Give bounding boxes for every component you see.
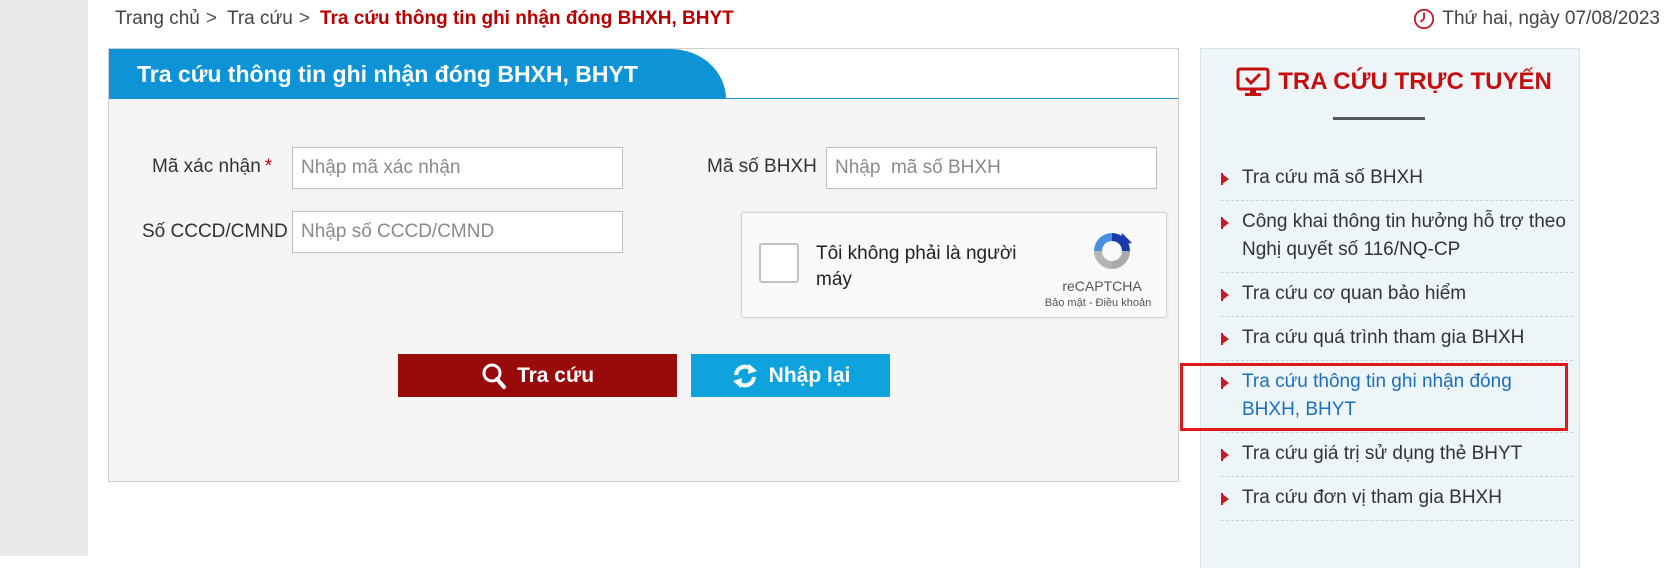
search-icon: [482, 363, 506, 389]
recaptcha-checkbox[interactable]: [759, 243, 799, 283]
captcha-code-label-text: Mã xác nhận: [152, 156, 261, 177]
breadcrumb-separator: >: [205, 8, 217, 29]
sidebar-item-qua-trinh-tham-gia[interactable]: Tra cứu quá trình tham gia BHXH: [1221, 317, 1573, 361]
recaptcha-logo-icon: [1094, 233, 1132, 269]
sidebar-item-label: Công khai thông tin hưởng hỗ trợ theo Ng…: [1242, 211, 1566, 260]
refresh-icon: [732, 363, 757, 388]
sidebar-item-label: Tra cứu giá trị sử dụng thẻ BHYT: [1242, 443, 1523, 464]
breadcrumb: Trang chủ > Tra cứu > Tra cứu thông tin ghi …: [115, 8, 734, 30]
arrow-bullet-icon: [1221, 173, 1229, 185]
recaptcha-links[interactable]: Bảo mật - Điều khoản: [1032, 297, 1164, 309]
search-panel: Tra cứu thông tin ghi nhận đóng BHXH, BH…: [108, 48, 1179, 482]
sidebar-item-ma-so-bhxh[interactable]: Tra cứu mã số BHXH: [1221, 157, 1573, 201]
recaptcha-brand: reCAPTCHA: [1062, 278, 1142, 294]
date-display: Thứ hai, ngày 07/08/2023: [1413, 8, 1660, 30]
recaptcha-text: Tôi không phải là người máy: [816, 243, 1017, 290]
sidebar-item-label: Tra cứu đơn vị tham gia BHXH: [1242, 487, 1502, 508]
sidebar-item-label: Tra cứu quá trình tham gia BHXH: [1242, 327, 1525, 348]
sidebar-list: Tra cứu mã số BHXH Công khai thông tin h…: [1221, 157, 1573, 521]
arrow-bullet-icon: [1221, 333, 1229, 345]
active-item-highlight-box: [1180, 363, 1568, 431]
bhxh-number-label: Mã số BHXH: [707, 156, 817, 177]
breadcrumb-tra-cuu[interactable]: Tra cứu: [227, 8, 293, 30]
bhxh-number-input[interactable]: [826, 147, 1157, 189]
required-mark: *: [264, 156, 273, 177]
arrow-bullet-icon: [1221, 493, 1229, 505]
monitor-check-icon: [1236, 67, 1270, 96]
recaptcha-widget: Tôi không phải là người máy reCAPTCHA Bả…: [741, 212, 1167, 318]
breadcrumb-home[interactable]: Trang chủ: [115, 8, 200, 30]
reset-button[interactable]: Nhập lại: [691, 354, 890, 397]
arrow-bullet-icon: [1221, 217, 1229, 229]
breadcrumb-current: Tra cứu thông tin ghi nhận đóng BHXH, BH…: [319, 8, 734, 29]
panel-title: Tra cứu thông tin ghi nhận đóng BHXH, BH…: [137, 61, 638, 87]
search-button[interactable]: Tra cứu: [398, 354, 677, 397]
sidebar-title-divider: [1333, 117, 1425, 120]
sidebar-item-label: Tra cứu cơ quan bảo hiểm: [1242, 283, 1467, 304]
sidebar-title: TRA CỨU TRỰC TUYẾN: [1201, 67, 1579, 97]
date-text: Thứ hai, ngày 07/08/2023: [1442, 8, 1660, 29]
clock-icon: [1414, 8, 1435, 30]
arrow-bullet-icon: [1221, 449, 1229, 461]
sidebar-item-co-quan-bao-hiem[interactable]: Tra cứu cơ quan bảo hiểm: [1221, 273, 1573, 317]
search-button-label: Tra cứu: [516, 363, 595, 387]
reset-button-label: Nhập lại: [768, 363, 851, 387]
arrow-bullet-icon: [1221, 289, 1229, 301]
sidebar-item-label: Tra cứu mã số BHXH: [1242, 167, 1423, 188]
captcha-code-input[interactable]: [292, 147, 623, 189]
left-gutter: [0, 0, 88, 556]
page: Trang chủ > Tra cứu > Tra cứu thông tin ghi …: [88, 0, 1664, 568]
sidebar-title-text: TRA CỨU TRỰC TUYẾN: [1278, 68, 1552, 95]
panel-header: Tra cứu thông tin ghi nhận đóng BHXH, BH…: [109, 49, 1178, 99]
sidebar-item-don-vi-tham-gia[interactable]: Tra cứu đơn vị tham gia BHXH: [1221, 477, 1573, 521]
sidebar: TRA CỨU TRỰC TUYẾN Tra cứu mã số BHXH Cô…: [1200, 48, 1580, 568]
id-number-label: Số CCCD/CMND: [142, 221, 288, 242]
breadcrumb-separator: >: [298, 8, 310, 29]
sidebar-item-gia-tri-the-bhyt[interactable]: Tra cứu giá trị sử dụng thẻ BHYT: [1221, 433, 1573, 477]
sidebar-item-nghi-quyet-116[interactable]: Công khai thông tin hưởng hỗ trợ theo Ng…: [1221, 201, 1573, 273]
id-number-input[interactable]: [292, 211, 623, 253]
captcha-code-label: Mã xác nhận *: [152, 156, 272, 178]
